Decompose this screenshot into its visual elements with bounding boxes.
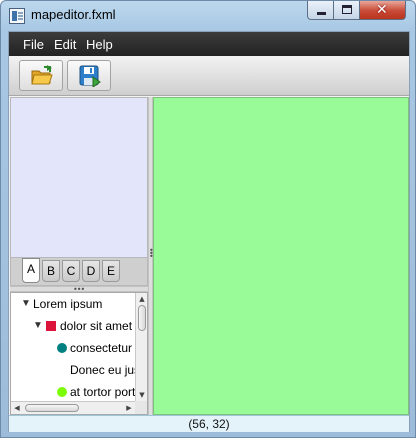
menu-file[interactable]: File — [23, 37, 44, 52]
map-canvas[interactable] — [153, 97, 409, 415]
tree-item-label: consectetur — [70, 341, 133, 355]
app-icon — [9, 8, 25, 24]
collapse-arrow-icon[interactable]: ▼ — [33, 315, 43, 337]
tab-content-panel — [10, 97, 148, 258]
red-square-icon — [46, 321, 56, 331]
teal-circle-icon — [57, 343, 67, 353]
splitter-grip-icon: ••• — [149, 246, 154, 261]
client-area: File Edit Help A B C D E ••• ▼ Lorem ips… — [8, 31, 410, 432]
tree-view[interactable]: ▼ Lorem ipsum ▼ dolor sit amet consectet… — [10, 292, 148, 415]
menu-edit[interactable]: Edit — [54, 37, 76, 52]
tab-e[interactable]: E — [102, 260, 120, 282]
open-button[interactable] — [19, 60, 63, 91]
menu-bar: File Edit Help — [9, 32, 409, 56]
tab-a[interactable]: A — [22, 258, 40, 283]
close-button[interactable]: ✕ — [360, 1, 406, 20]
save-icon — [79, 65, 101, 87]
green-circle-icon — [57, 387, 67, 397]
scroll-up-icon[interactable]: ▲ — [136, 293, 147, 305]
status-bar: (56, 32) — [9, 415, 409, 432]
scrollbar-corner — [135, 401, 147, 414]
save-button[interactable] — [67, 60, 111, 91]
horizontal-scrollbar[interactable]: ◀ ▶ — [11, 401, 135, 414]
tree-item-label: dolor sit amet — [60, 319, 133, 333]
cursor-coordinates: (56, 32) — [188, 417, 230, 431]
scroll-down-icon[interactable]: ▼ — [136, 389, 147, 401]
toolbar — [9, 56, 409, 96]
app-window: mapeditor.fxml ✕ File Edit Help A B C D … — [0, 0, 416, 438]
collapse-arrow-icon[interactable]: ▼ — [21, 293, 31, 315]
scroll-left-icon[interactable]: ◀ — [11, 402, 23, 414]
tab-bar: A B C D E — [10, 258, 148, 286]
window-title: mapeditor.fxml — [31, 7, 116, 22]
horizontal-scroll-thumb[interactable] — [25, 404, 79, 412]
minimize-icon — [317, 12, 326, 15]
vertical-scrollbar[interactable]: ▲ ▼ — [135, 293, 147, 401]
scroll-right-icon[interactable]: ▶ — [123, 402, 135, 414]
vertical-scroll-thumb[interactable] — [138, 305, 146, 331]
tab-d[interactable]: D — [82, 260, 100, 282]
close-icon: ✕ — [376, 2, 388, 18]
tab-c[interactable]: C — [62, 260, 80, 282]
minimize-button[interactable] — [307, 1, 334, 20]
tab-b[interactable]: B — [42, 260, 60, 282]
open-folder-icon — [31, 65, 53, 85]
title-bar[interactable]: mapeditor.fxml ✕ — [1, 1, 415, 31]
tree-item-label: Lorem ipsum — [33, 297, 103, 311]
left-pane: A B C D E ••• ▼ Lorem ipsum ▼ dolor sit … — [10, 97, 148, 415]
menu-help[interactable]: Help — [86, 37, 113, 52]
maximize-button[interactable] — [334, 1, 360, 20]
tree-item-label: at tortor porta — [70, 385, 143, 399]
maximize-icon — [342, 5, 352, 14]
